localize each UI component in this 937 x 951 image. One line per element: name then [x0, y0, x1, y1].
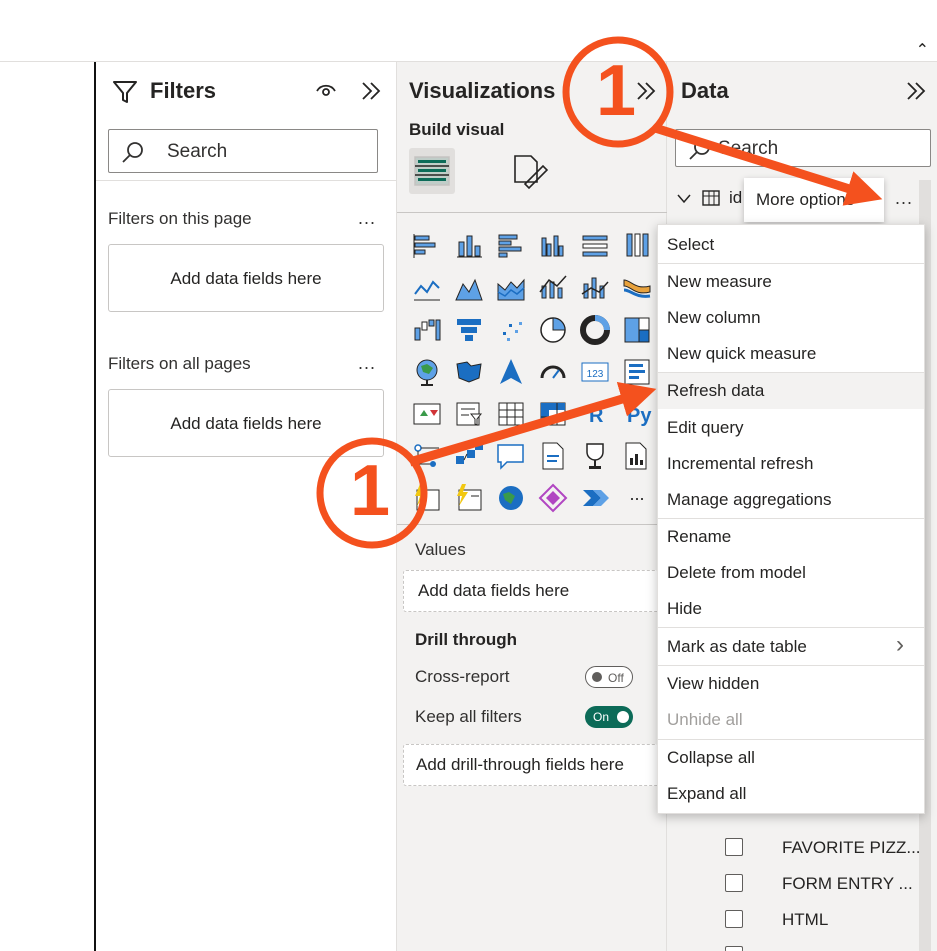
step-number-bottom: 1	[350, 451, 391, 531]
step-number-top: 1	[596, 51, 637, 131]
annotation-overlay	[316, 36, 883, 549]
